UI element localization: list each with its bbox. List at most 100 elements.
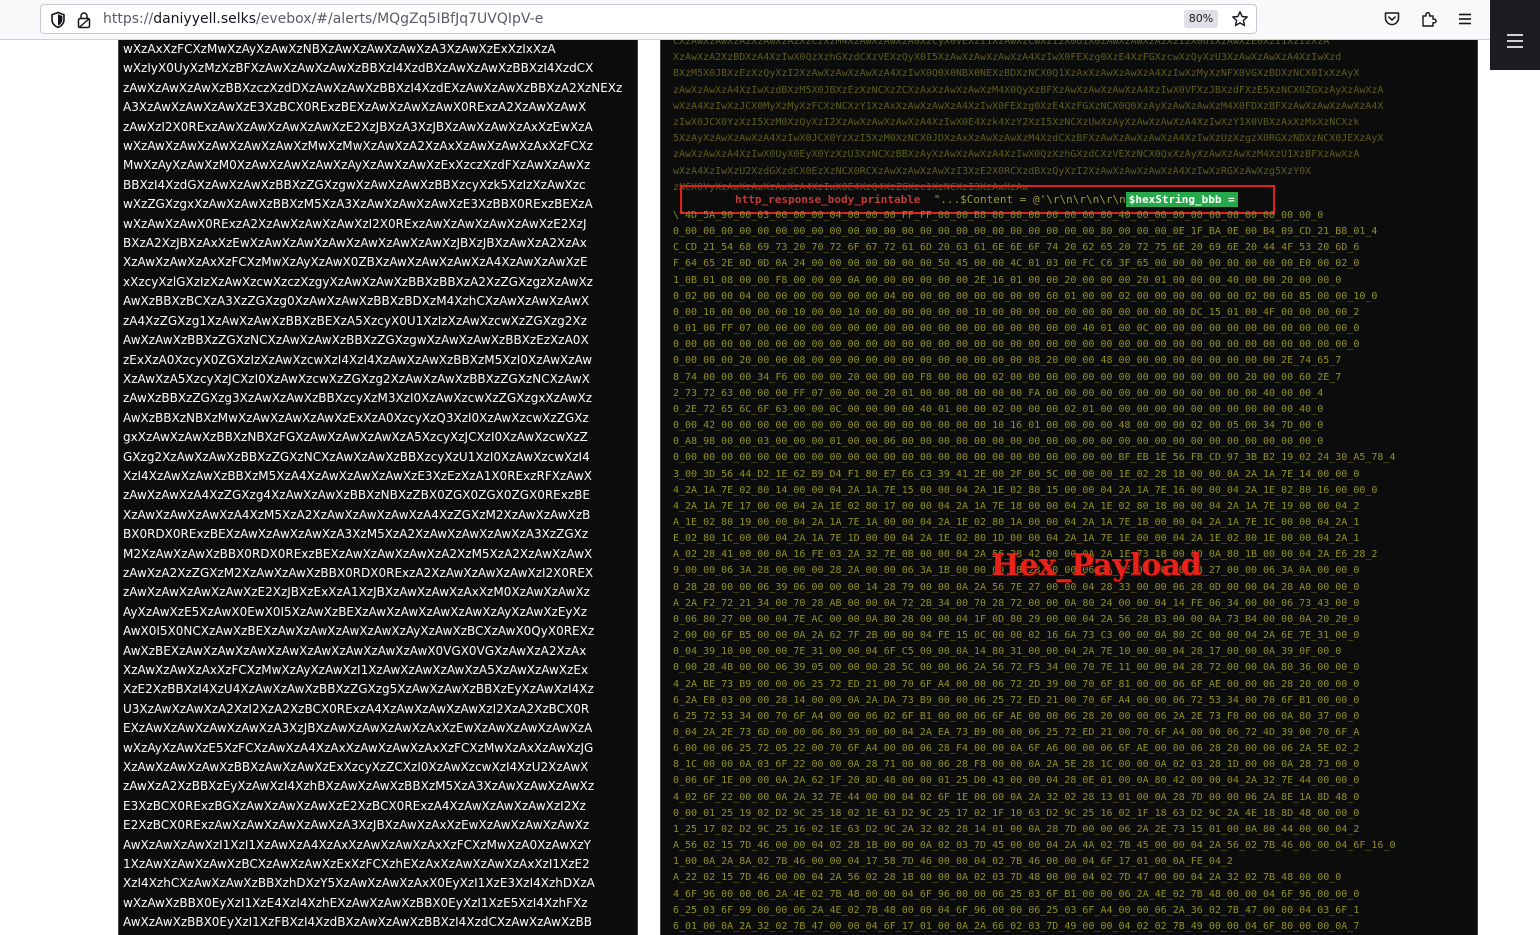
base64-line: AwXzBBXzNBXzMwXzAwXzAwXzAwXzExXzA0XzcyXz… xyxy=(123,410,589,425)
base64-line: wXzAwXzAwX0RExzA2XzAwXzAwXzAwXzI2X0RExzA… xyxy=(123,216,587,231)
base64-line: wXzZGXzgxXzAwXzAwXzBBXzM5XzA3XzAwXzAwXzA… xyxy=(123,197,593,212)
hex-line: 6_25_03_6F_99_00_00_06_2A_4E_02_7B_48_00… xyxy=(673,904,1360,916)
hex-line: 0_A8_98_00_00_03_00_00_00_01_00_00_06_00… xyxy=(673,436,1324,448)
hex-line: 0_00_42_00_00_00_00_00_00_00_00_00_00_00… xyxy=(673,420,1324,432)
url-path: /evebox/#/alerts/MQgZq5IBfJq7UVQIpV-e xyxy=(256,11,544,27)
left-gutter xyxy=(0,40,118,935)
base64-line: XzI4XzAwXzAwXzBBXzM5XzA4XzAwXzAwXzAwXzE3… xyxy=(123,468,593,483)
url-text[interactable]: https://daniyyell.selks/evebox/#/alerts/… xyxy=(103,11,543,27)
base64-line: xXzcyXzlGXzIzXzAwXzcwXzczXzgyXzAwXzAwXzB… xyxy=(123,274,593,289)
hex-line: 0_06_6F_1E_00_00_0A_2A_62_1F_20_8D_48_00… xyxy=(673,775,1360,787)
right-sidebar-strip xyxy=(1490,70,1540,935)
base64-line: AwXzBBXzBCXzA3XzZGXzg0XzAwXzAwXzBBXzBDXz… xyxy=(123,294,590,309)
base64-line: gxXzAwXzAwXzBBXzNBXzFGXzAwXzAwXzAwXzA5Xz… xyxy=(123,430,588,445)
preamble-line: BXzM5X0JBXzEzXzQyXzI2XzAwXzAwXzAwXzA4XzI… xyxy=(673,68,1360,80)
preamble-line: 5XzAyXzAwXzAwXzA4XzIwX0JCX0YzXzI5XzM0XzN… xyxy=(673,133,1384,145)
hex-line: F_64_65_2E_0D_0D_0A_24_00_00_00_00_00_00… xyxy=(673,258,1360,270)
base64-line: E3XzBCX0RExzBGXzAwXzAwXzAwXzE2XzBCX0RExz… xyxy=(123,798,586,813)
base64-line: XzAwXzAwXzAwXzBBXzAwXzAwXzExXzcyXzZCXzI0… xyxy=(123,760,589,775)
preamble-line: wXzA4XzIwXzU2XzdGXzdCX0EzXzNCX0RCXzAwXzA… xyxy=(673,165,1312,177)
base64-line: AyXzAwXzE5XzAwX0EwX0I5XzAwXzBEXzAwXzAwXz… xyxy=(123,604,588,619)
hex-line: 0_06_80_27_00_00_04_7E_AC_00_00_0A_80_28… xyxy=(673,613,1360,625)
hex-line: 0_00_00_00_20_00_00_08_00_00_00_00_00_00… xyxy=(673,355,1342,367)
hex-line: A_1E_02_80_19_00_00_04_2A_1A_7E_1A_00_00… xyxy=(673,516,1360,528)
hex-line: A_56_02_15_7D_46_00_00_04_02_28_1B_00_00… xyxy=(673,840,1396,852)
encoded-preamble-text: CXzAwXzAwXzA2XzAwXzA2XzCzXzM4XzAwXzAwXzA… xyxy=(673,40,1473,196)
hex-line: \'4D_5A_90_00_03_00_00_00_04_00_00_00_FF… xyxy=(673,210,1324,221)
hex-payload-panel: CXzAwXzAwXzA2XzAwXzA2XzCzXzM4XzAwXzAwXzA… xyxy=(660,40,1478,935)
hex-line: 8_74_00_00_00_34_F6_00_00_00_20_00_00_00… xyxy=(673,371,1342,383)
base64-line: zAwXzAwXzAwXzBBXzczXzdDXzAwXzAwXzBBXzI4X… xyxy=(123,80,623,95)
lock-icon[interactable] xyxy=(76,11,92,29)
hex-payload-annotation: Hex_Payload xyxy=(991,548,1202,583)
bookmark-star-icon[interactable] xyxy=(1231,10,1249,28)
base64-line: zAwXzAwXzAwXzAwXzE2XzJBXzExXzA1XzJBXzAwX… xyxy=(123,585,590,600)
base64-line: wXzAwXzAwXzAwXzAwXzAwXzMwXzMwXzAwXzA2XzA… xyxy=(123,139,593,154)
base64-line: XzAwXzAwXzAxXzFCXzMwXzAyXzAwX0ZBXzAwXzAw… xyxy=(123,255,588,270)
hex-line: 6_01_00_0A_2A_32_02_7B_47_00_00_04_6F_17… xyxy=(673,920,1360,932)
base64-line: U3XzAwXzAwXzA2XzI2XzA2XzBCX0RExzA4XzAwXz… xyxy=(123,701,590,716)
browser-toolbar: https://daniyyell.selks/evebox/#/alerts/… xyxy=(0,0,1490,40)
hex-line: 0_00_00_00_00_00_00_00_00_00_00_00_00_00… xyxy=(673,226,1378,238)
hex-line: 2_00_00_6F_B5_00_00_0A_2A_62_7F_2B_00_00… xyxy=(673,630,1360,642)
zoom-level-badge[interactable]: 80% xyxy=(1184,10,1218,28)
base64-line: zExXzA0XzcyX0ZGXzIzXzAwXzcwXzI4XzI4XzAwX… xyxy=(123,352,593,367)
preamble-line: CXzAwXzAwXzA2XzAwXzA2XzCzXzM4XzAwXzAwXzA… xyxy=(673,40,1330,47)
hex-line: 0_01_00_FF_07_00_00_00_00_00_00_00_00_00… xyxy=(673,323,1360,335)
base64-line: BBXzI4XzdGXzAwXzAwXzBBXzZGXzgwXzAwXzAwXz… xyxy=(123,177,586,192)
base64-line: BX0RDX0RExzBEXzAwXzAwXzAwXzA3XzM5XzA2XzA… xyxy=(123,527,589,542)
preamble-line: wXzA4XzIwXzJCX0MyXzMyXzFCXzNCXzY1XzAxXzA… xyxy=(673,100,1384,112)
base64-line: BXzA2XzJBXzAxXzEwXzAwXzAwXzAwXzAwXzAwXzA… xyxy=(123,236,587,251)
base64-line: wXzAwXzBBX0EyXzI1XzE4XzI4XzhEXzAwXzAwXzB… xyxy=(123,895,588,910)
hex-line: 0_2E_72_65_6C_6F_63_00_00_0C_00_00_00_00… xyxy=(673,403,1324,415)
base64-line: wXzAxXzFCXzMwXzAyXzAwXzNBXzAwXzAwXzAwXzA… xyxy=(123,42,556,56)
hex-line: E_02_80_1C_00_00_04_2A_1A_7E_1D_00_00_04… xyxy=(673,533,1360,545)
base64-payload-text: wXzAxXzFCXzMwXzAyXzAwXzNBXzAwXzAwXzAwXzA… xyxy=(123,40,628,935)
base64-line: zAwXzAwXzA4XzZGXzg4XzAwXzAwXzBBXzNBXzZBX… xyxy=(123,488,590,503)
base64-line: zAwXzBBXzZGXzg3XzAwXzAwXzBBXzcyXzM3XzI0X… xyxy=(123,391,592,406)
hex-line: C_CD_21_54_68_69_73_20_70_72_6F_67_72_61… xyxy=(673,242,1360,254)
base64-line: XzAwXzAwXzAwXzA4XzM5XzA2XzAwXzAwXzAwXzA4… xyxy=(123,507,591,522)
hex-line: 4_2A_BE_73_B9_00_00_06_25_72_ED_21_00_70… xyxy=(673,678,1360,690)
extensions-icon[interactable] xyxy=(1420,10,1438,28)
page-header-corner xyxy=(1490,0,1540,70)
base64-line: XzAwXzAwXzAxXzFCXzMwXzAyXzAwXzI1XzAwXzAw… xyxy=(123,663,589,677)
base64-line: XzE2XzBBXzI4XzU4XzAwXzAwXzBBXzZGXzg5XzAw… xyxy=(123,682,594,697)
hex-line: 0_00_00_00_00_00_00_00_00_00_00_00_00_00… xyxy=(673,339,1360,351)
hamburger-icon[interactable] xyxy=(1506,33,1524,49)
base64-line: AwXzAwXzBBX0EyXzI1XzFBXzI4XzdBXzAwXzAwXz… xyxy=(123,915,592,930)
pocket-icon[interactable] xyxy=(1383,10,1401,28)
menu-icon[interactable] xyxy=(1456,10,1474,28)
hex-line: 8_1C_00_00_0A_03_6F_22_00_00_0A_28_71_00… xyxy=(673,759,1360,771)
base64-line: M2XzAwXzAwXzBBX0RDX0RExzBEXzAwXzAwXzAwXz… xyxy=(123,546,593,561)
hex-line: 0_04_39_10_00_00_00_7E_31_00_00_04_6F_C5… xyxy=(673,646,1342,658)
hex-line: 4_02_6F_22_00_00_0A_2A_32_7E_44_00_00_04… xyxy=(673,791,1360,803)
url-bar[interactable]: https://daniyyell.selks/evebox/#/alerts/… xyxy=(40,4,1257,34)
preamble-line: zAwXzAwXzA4XzIwX0UyX0EyX0YzXzU3XzNCXzBBX… xyxy=(673,149,1360,161)
hex-line: 4_6F_96_00_00_06_2A_4E_02_7B_48_00_00_04… xyxy=(673,888,1360,900)
url-prefix: https:// xyxy=(103,11,154,27)
base64-line: XzI4XzhCXzAwXzAwXzBBXzhDXzY5XzAwXzAwXzAx… xyxy=(123,876,595,891)
base64-line: AwX0I5X0NCXzAwXzBEXzAwXzAwXzAwXzAwXzAyXz… xyxy=(123,624,595,639)
base64-line: 1XzAwXzAwXzAwXzBCXzAwXzAwXzExXzFCXzhEXzA… xyxy=(123,857,590,872)
base64-line: zA4XzZGXzg1XzAwXzAwXzBBXzBEXzA5XzcyX0U1X… xyxy=(123,313,587,328)
hex-line: 0_00_01_25_19_02_D2_9C_25_18_02_1E_63_D2… xyxy=(673,807,1360,819)
hex-line: 0_00_28_4B_00_00_06_39_05_00_00_00_28_5C… xyxy=(673,662,1360,674)
panel-gap xyxy=(638,40,660,935)
base64-line: MwXzAyXzAwXzM0XzAwXzAwXzAwXzAyXzAwXzAwXz… xyxy=(123,158,591,173)
hex-line: 6_2A_E8_03_00_00_28_14_00_00_0A_2A_DA_73… xyxy=(673,694,1360,706)
base64-line: A3XzAwXzAwXzAwXzE3XzBCX0RExzBEXzAwXzAwXz… xyxy=(123,100,587,115)
hex-line: 0_02_00_00_04_00_00_00_00_00_00_00_04_00… xyxy=(673,290,1378,302)
hex-line: 4_2A_1A_7E_02_80_14_00_00_04_2A_1A_7E_15… xyxy=(673,484,1378,496)
base64-line: zAwXzA2XzZGXzM2XzAwXzAwXzBBX0RDX0RExzA2X… xyxy=(123,565,594,580)
hex-line: 0_04_2A_2E_73_6D_00_00_06_80_39_00_00_04… xyxy=(673,727,1360,738)
base64-line: zAwXzI2X0RExzAwXzAwXzAwXzAwXzE2XzJBXzA3X… xyxy=(123,119,593,134)
preamble-line: zIwX0JCX0YzXzI5XzM0XzQyXzI2XzAwXzAwXzAwX… xyxy=(673,117,1360,129)
base64-line: AwXzAwXzAwXzI1XzI1XzAwXzA4XzAxXzAwXzAwXz… xyxy=(123,837,591,852)
hex-line: 4_2A_1A_7E_17_00_00_04_2A_1E_02_80_17_00… xyxy=(673,500,1360,512)
shield-icon[interactable] xyxy=(49,11,67,29)
page-content: wXzAxXzFCXzMwXzAyXzAwXzNBXzAwXzAwXzAwXzA… xyxy=(0,40,1490,935)
hex-line: A_22_02_15_7D_46_00_00_04_2A_56_02_28_1B… xyxy=(673,872,1342,884)
hex-line: 0_00_10_00_00_00_00_10_00_00_10_00_00_00… xyxy=(673,306,1360,318)
base64-line: zAwXzA2XzBBXzEyXzAwXzI4XzhBXzAwXzAwXzBBX… xyxy=(123,779,595,794)
